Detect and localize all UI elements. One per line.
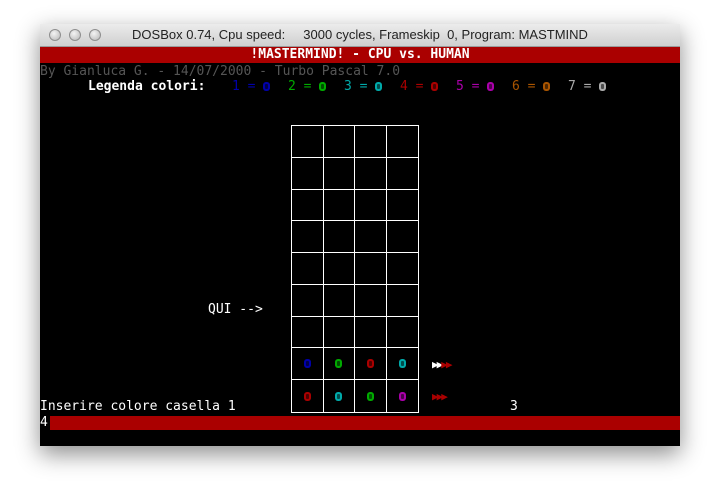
board-cell [355,221,387,254]
color-peg-icon [398,359,406,369]
board-cell [292,157,324,190]
board-cell [355,189,387,222]
color-peg-icon [366,359,374,369]
color-peg-icon [487,82,495,91]
game-board [291,125,419,413]
legend-label: Legenda colori: [88,79,206,94]
board-cell [386,285,418,317]
feedback-arrow-icon: ▶ [445,358,452,371]
color-peg-icon [263,82,271,91]
color-peg-icon [319,82,327,91]
board-cell [323,126,355,158]
color-peg-icon [366,391,374,401]
color-peg-icon [375,82,383,91]
feedback-pegs: ▶▶▶ [432,390,448,404]
legend-item: 4 = [400,79,439,95]
title-bar[interactable]: DOSBox 0.74, Cpu speed: 3000 cycles, Fra… [40,24,680,47]
board-cell [355,126,387,158]
color-peg-icon [543,82,551,91]
legend-item: 3 = [344,79,383,95]
color-peg-icon [303,359,311,369]
input-text[interactable]: 4 [40,415,50,431]
board-cell [355,253,387,285]
color-peg-icon [303,391,311,401]
board-cell [355,348,387,381]
board-cell [355,316,387,349]
header-bar: !MASTERMIND! - CPU vs. HUMAN [40,47,680,63]
board-cell [292,189,324,222]
board-cell [292,348,324,381]
color-peg-icon [335,391,343,401]
board-cell [323,284,355,317]
board-cell [355,284,387,317]
legend-item-label: 6 = [512,79,544,94]
window-title: DOSBox 0.74, Cpu speed: 3000 cycles, Fra… [132,27,588,42]
board-cell [323,316,355,349]
board-cell [292,284,324,317]
board-cell [386,158,418,190]
board-cell [292,380,324,412]
row-pointer: QUI --> [208,302,263,317]
board-cell [292,126,324,158]
color-peg-icon [599,82,607,91]
board-cell [292,316,324,349]
feedback-pegs: ▶▶▶▶ [432,358,452,372]
board-cell [355,157,387,190]
board-cell [386,253,418,285]
board-cell [386,221,418,254]
board-cell [323,348,355,381]
legend-item: 7 = [568,79,607,95]
header-title: !MASTERMIND! - CPU vs. HUMAN [250,47,470,62]
legend-item-label: 3 = [344,79,376,94]
board-cell [386,126,418,158]
dos-screen[interactable]: !MASTERMIND! - CPU vs. HUMAN By Gianluca… [40,47,680,446]
status-value: 3 [510,399,518,414]
status-prompt: Inserire colore casella 1 [40,399,236,414]
board-cell [324,380,355,412]
board-cell [387,380,419,412]
board-cell [292,253,324,285]
board-cell [386,317,418,349]
board-cell [386,190,418,222]
board-cell [323,221,355,254]
board-cell [323,253,355,285]
feedback-arrow-icon: ▶ [441,390,447,403]
color-peg-icon [398,391,406,401]
board-cell [323,189,355,222]
legend-item-label: 1 = [232,79,264,94]
board-cell [292,221,324,254]
input-bar[interactable] [40,416,680,430]
legend-item-label: 7 = [568,79,600,94]
legend-item: 1 = [232,79,271,95]
dosbox-window: DOSBox 0.74, Cpu speed: 3000 cycles, Fra… [40,24,680,446]
legend-item: 2 = [288,79,327,95]
board-cell [355,380,387,412]
legend-item: 6 = [512,79,551,95]
legend-item-label: 5 = [456,79,488,94]
legend-item-label: 2 = [288,79,320,94]
color-peg-icon [431,82,439,91]
board-cell [386,348,418,381]
board-cell [323,157,355,190]
legend-item: 5 = [456,79,495,95]
color-peg-icon [335,359,343,369]
credits-line: By Gianluca G. - 14/07/2000 - Turbo Pasc… [40,64,401,79]
legend-item-label: 4 = [400,79,432,94]
